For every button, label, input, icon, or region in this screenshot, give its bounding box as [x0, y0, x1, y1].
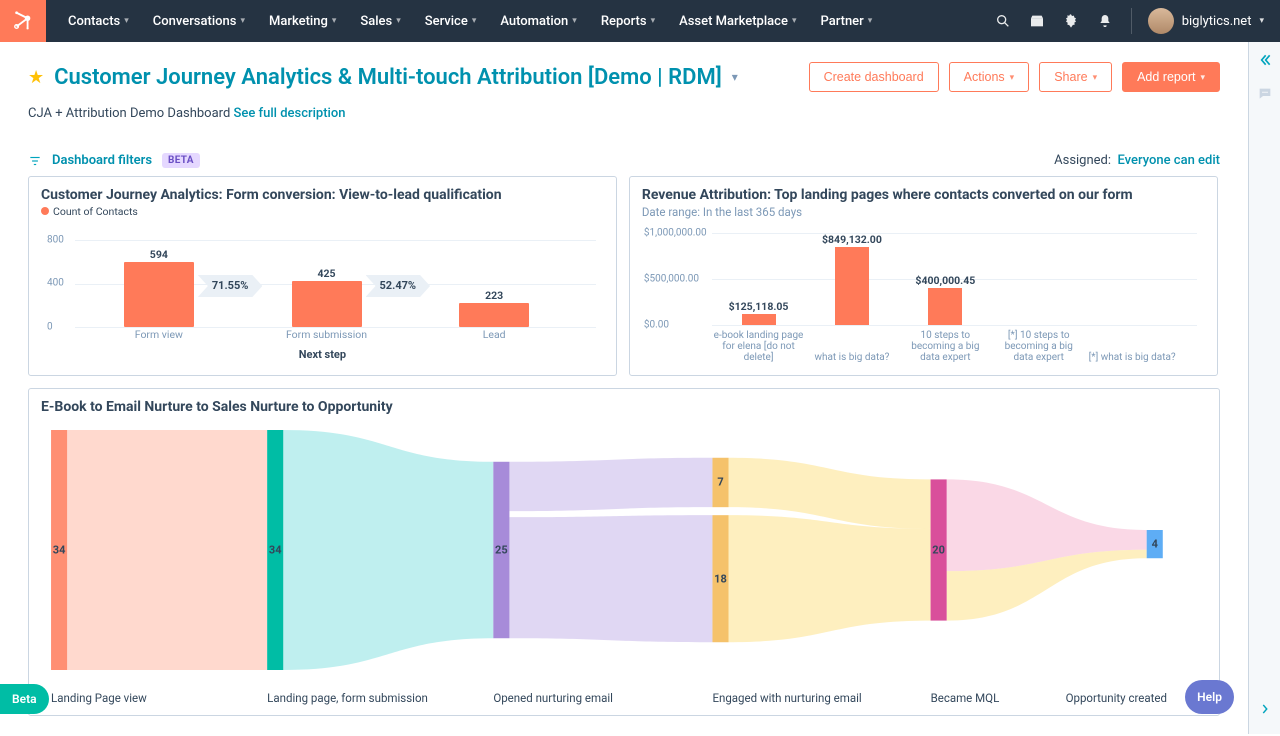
page-title: Customer Journey Analytics & Multi-touch… [54, 65, 722, 90]
favorite-star-icon[interactable]: ★ [28, 67, 44, 88]
nav-reports[interactable]: Reports▾ [591, 8, 665, 35]
hubspot-logo-icon[interactable] [0, 0, 46, 42]
funnel-category: Form view [135, 328, 183, 341]
sankey-chart: 34 34 25 7 18 20 4 Landing Page view Landing pa… [41, 425, 1207, 705]
nav-partner[interactable]: Partner▾ [810, 8, 882, 35]
sankey-stage-label: Landing page, form submission [267, 691, 428, 705]
share-button[interactable]: Share▾ [1039, 62, 1112, 92]
sankey-stage-label: Engaged with nurturing email [712, 691, 861, 705]
revenue-bar: $125,118.05 [742, 314, 776, 326]
sankey-node-value: 34 [53, 544, 66, 557]
rev-ytick: $0.00 [644, 320, 669, 331]
funnel-category: Form submission [286, 328, 367, 341]
filter-icon[interactable] [28, 154, 42, 168]
comment-icon[interactable] [1257, 86, 1273, 102]
funnel-chart: 800 400 0 594 425 223 Form view Form submis… [41, 220, 604, 355]
funnel-xaxis-label: Next step [299, 348, 346, 361]
dashboard-filters-link[interactable]: Dashboard filters [52, 153, 152, 168]
beta-chip[interactable]: Beta [0, 684, 49, 714]
search-icon[interactable] [995, 13, 1011, 29]
nav-service[interactable]: Service▾ [415, 8, 487, 35]
nav-automation[interactable]: Automation▾ [490, 8, 586, 35]
funnel-ytick: 0 [47, 322, 53, 333]
sankey-node-value: 34 [269, 544, 282, 557]
funnel-bar: 223 [459, 303, 529, 327]
legend-dot-icon [41, 207, 49, 215]
sankey-node-value: 7 [717, 476, 723, 489]
revenue-category: [*] 10 steps to becoming a big data expe… [994, 330, 1084, 363]
add-report-button[interactable]: Add report▾ [1122, 62, 1220, 92]
sankey-node-value: 20 [932, 544, 945, 557]
sankey-node-value: 4 [1152, 538, 1158, 551]
assigned-value-link[interactable]: Everyone can edit [1118, 153, 1221, 168]
nav-sales[interactable]: Sales▾ [350, 8, 410, 35]
collapse-rail-icon[interactable] [1257, 52, 1273, 68]
sankey-stage-label: Became MQL [931, 691, 1000, 705]
nav-contacts[interactable]: Contacts▾ [58, 8, 139, 35]
rev-ytick: $1,000,000.00 [644, 228, 707, 239]
main-content: ★ Customer Journey Analytics & Multi-tou… [0, 42, 1248, 736]
assigned-label: Assigned: [1054, 153, 1111, 168]
card-funnel-title: Customer Journey Analytics: Form convers… [41, 187, 604, 203]
revenue-chart: $1,000,000.00 $500,000.00 $0.00 $125,118… [642, 225, 1205, 365]
see-full-description-link[interactable]: See full description [234, 106, 346, 121]
settings-icon[interactable] [1063, 13, 1079, 29]
primary-nav: Contacts▾ Conversations▾ Marketing▾ Sale… [58, 8, 882, 35]
help-chip[interactable]: Help [1185, 680, 1234, 714]
sankey-node-value: 25 [495, 544, 508, 557]
card-funnel: Customer Journey Analytics: Form convers… [28, 176, 617, 376]
rev-ytick: $500,000.00 [644, 274, 699, 285]
account-name: biglytics.net [1182, 14, 1252, 29]
avatar [1148, 8, 1174, 34]
nav-marketing[interactable]: Marketing▾ [259, 8, 346, 35]
card-sankey-title: E-Book to Email Nurture to Sales Nurture… [41, 399, 1207, 415]
card-sankey: E-Book to Email Nurture to Sales Nurture… [28, 388, 1220, 716]
card-revenue-subtitle: Date range: In the last 365 days [642, 205, 1205, 219]
right-rail [1248, 42, 1280, 734]
funnel-bar: 594 [124, 262, 194, 327]
card-revenue-title: Revenue Attribution: Top landing pages w… [642, 187, 1205, 203]
revenue-category: [*] what is big data? [1087, 352, 1177, 363]
page-actions: Create dashboard Actions▾ Share▾ Add rep… [809, 62, 1220, 92]
account-menu[interactable]: biglytics.net ▾ [1131, 8, 1264, 34]
notifications-icon[interactable] [1097, 13, 1113, 29]
nav-asset-marketplace[interactable]: Asset Marketplace▾ [669, 8, 806, 35]
marketplace-icon[interactable] [1029, 13, 1045, 29]
top-nav: Contacts▾ Conversations▾ Marketing▾ Sale… [0, 0, 1280, 42]
revenue-bar: $849,132.00 [835, 247, 869, 325]
sankey-stage-label: Opportunity created [1066, 691, 1167, 705]
funnel-category: Lead [483, 328, 506, 341]
card-revenue: Revenue Attribution: Top landing pages w… [629, 176, 1218, 376]
funnel-ytick: 400 [47, 278, 64, 289]
actions-button[interactable]: Actions▾ [949, 62, 1030, 92]
funnel-bar: 425 [292, 281, 362, 327]
dashboard-description: CJA + Attribution Demo Dashboard [28, 106, 234, 121]
revenue-category: what is big data? [807, 352, 897, 363]
sankey-node-value: 18 [714, 572, 727, 585]
sankey-stage-label: Landing Page view [51, 691, 147, 705]
nav-conversations[interactable]: Conversations▾ [143, 8, 255, 35]
revenue-category: 10 steps to becoming a big data expert [900, 330, 990, 363]
title-dropdown-icon[interactable]: ▾ [732, 70, 738, 84]
create-dashboard-button[interactable]: Create dashboard [809, 62, 939, 92]
sankey-stage-label: Opened nurturing email [493, 691, 613, 705]
funnel-legend: Count of Contacts [53, 205, 138, 218]
funnel-ytick: 800 [47, 235, 64, 246]
beta-badge: BETA [162, 153, 200, 168]
revenue-category: e-book landing page for elena [do not de… [714, 330, 804, 363]
rail-expand-icon[interactable] [1258, 702, 1272, 716]
revenue-bar: $400,000.45 [928, 288, 962, 325]
